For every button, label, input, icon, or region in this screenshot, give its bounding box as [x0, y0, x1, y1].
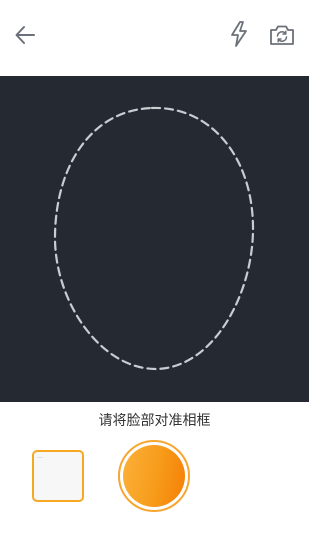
face-capture-screen: 请将脸部对准相框 ……	[0, 0, 309, 550]
flash-button[interactable]	[227, 20, 251, 48]
face-outline-frame	[53, 106, 255, 371]
switch-camera-button[interactable]	[268, 21, 296, 49]
top-bar	[0, 0, 309, 76]
arrow-left-icon	[15, 26, 35, 44]
instruction-text: 请将脸部对准相框	[98, 413, 211, 429]
thumbnail-caption: ……	[37, 455, 43, 459]
lightning-icon	[231, 21, 247, 47]
camera-switch-icon	[270, 25, 294, 45]
shutter-button[interactable]	[118, 440, 190, 512]
camera-preview	[0, 76, 309, 402]
shutter-button-core	[123, 445, 185, 507]
back-button[interactable]	[12, 22, 38, 48]
last-photo-thumbnail[interactable]: ……	[32, 450, 84, 502]
